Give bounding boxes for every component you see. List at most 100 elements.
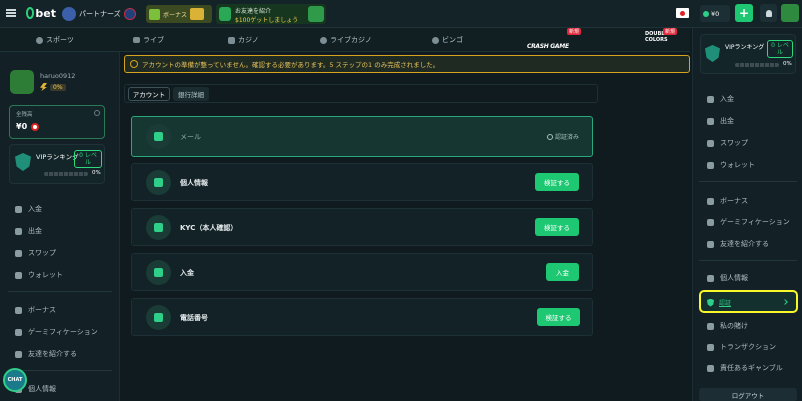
sidebar-item-swap[interactable]: スワップ	[15, 248, 56, 258]
nav-item-live-casino[interactable]: ライブカジノ	[320, 35, 372, 45]
sidebar-item-gamification[interactable]: ゲーミフィケーション	[15, 327, 98, 337]
verification-alert: アカウントの準備が整っていません。確認する必要があります。5 ステップの1 のみ…	[124, 55, 690, 73]
info-icon[interactable]	[94, 110, 100, 116]
menu-icon[interactable]	[6, 9, 16, 17]
tv-icon	[133, 37, 140, 43]
verify-personal-button[interactable]: 検証する	[535, 173, 579, 191]
currency-icon	[31, 123, 39, 131]
email-label: メール	[180, 133, 201, 141]
trophy-icon	[15, 328, 22, 336]
gift-icon	[15, 306, 22, 314]
left-sidebar: haruo0912 0% 全残高 ¥0 VIPランキング 0 レベル 0% 入金…	[0, 52, 120, 401]
rank-percent: 0%	[50, 83, 66, 91]
menu-label: 出金	[28, 227, 42, 235]
vip-card[interactable]: VIPランキング 0 レベル 0%	[9, 144, 105, 184]
notification-bell-icon[interactable]	[760, 4, 777, 22]
users-icon	[15, 350, 22, 358]
logo-text: bet	[35, 6, 56, 20]
nav-item-sports[interactable]: スポーツ	[36, 35, 74, 45]
menu-label: 入金	[720, 95, 734, 103]
menu-label: 出金	[720, 117, 734, 125]
transfer-icon	[707, 343, 714, 351]
top-bar: bet パートナーズ ボーナス お友達を紹介 $100ゲットしましょう ¥0 +	[0, 0, 802, 28]
bonus-label: ボーナス	[163, 11, 188, 19]
user-avatar[interactable]	[781, 4, 799, 22]
menu-item-personal[interactable]: 個人情報	[707, 273, 748, 283]
vip-card[interactable]: VIPランキング 0 レベル 0%	[700, 34, 796, 74]
deposit-plus-button[interactable]: +	[735, 4, 753, 22]
sidebar-item-referral[interactable]: 友達を紹介する	[15, 349, 77, 359]
menu-item-deposit[interactable]: 入金	[707, 94, 734, 104]
mail-icon	[146, 124, 171, 149]
tab-label: 銀行詳細	[178, 91, 204, 99]
logo[interactable]: bet	[26, 4, 56, 22]
tab-bank-details[interactable]: 銀行詳細	[173, 87, 209, 101]
menu-item-withdraw[interactable]: 出金	[707, 116, 734, 126]
menu-item-swap[interactable]: スワップ	[707, 138, 748, 148]
menu-item-gamification[interactable]: ゲーミフィケーション	[707, 217, 790, 227]
sidebar-item-bonus[interactable]: ボーナス	[15, 305, 56, 315]
bingo-ball-icon	[432, 36, 439, 44]
verify-kyc-row: KYC（本人確認） 検証する	[131, 208, 593, 246]
sidebar-item-withdraw[interactable]: 出金	[15, 226, 42, 236]
vip-level-badge: 0 レベル	[74, 150, 102, 168]
promo-line-2: $100ゲットしましょう	[235, 17, 299, 24]
menu-item-security[interactable]: 認証	[699, 290, 798, 313]
nav-item-live[interactable]: ライブ	[133, 35, 164, 45]
verify-kyc-button[interactable]: 検証する	[535, 218, 579, 236]
menu-label: ゲーミフィケーション	[28, 328, 98, 336]
menu-label: 個人情報	[720, 274, 748, 282]
sidebar-item-deposit[interactable]: 入金	[15, 204, 42, 214]
divider	[8, 291, 112, 292]
arrow-down-icon	[707, 117, 714, 125]
vip-shield-icon	[705, 45, 720, 62]
balance-value: ¥0	[711, 9, 720, 18]
phone-icon	[146, 305, 171, 330]
nav-item-bingo[interactable]: ビンゴ	[432, 35, 463, 45]
verify-phone-button[interactable]: 検証する	[537, 308, 580, 326]
wallet-icon	[707, 161, 714, 169]
sidebar-item-wallet[interactable]: ウォレット	[15, 270, 63, 280]
vip-percent: 0%	[92, 170, 101, 176]
dragon-icon	[219, 7, 231, 21]
menu-label: 私の賭け	[720, 322, 748, 330]
verify-email-row: メール 認証済み	[131, 116, 593, 157]
rank-badge: 0%	[40, 83, 66, 91]
menu-item-bonus[interactable]: ボーナス	[707, 196, 748, 206]
tab-label: アカウント	[132, 91, 166, 99]
chat-button[interactable]: CHAT	[3, 368, 27, 392]
menu-item-my-bets[interactable]: 私の賭け	[707, 321, 748, 331]
transfer-icon	[146, 260, 171, 285]
nav-item-double-colors[interactable]: DOUBLE COLORS 新規	[645, 28, 678, 49]
category-nav: スポーツ ライブ カジノ ライブカジノ ビンゴ CRASH GAME 新規 DO…	[0, 28, 690, 52]
chevron-right-icon	[782, 299, 788, 305]
user-avatar[interactable]	[10, 70, 34, 94]
vip-progress-bar	[735, 63, 779, 67]
menu-item-referral[interactable]: 友達を紹介する	[707, 239, 769, 249]
balance-selector[interactable]: ¥0	[700, 5, 730, 22]
logout-button[interactable]: ログアウト	[699, 388, 797, 401]
partners-link[interactable]: パートナーズ	[62, 5, 136, 23]
coin-icon	[703, 10, 709, 17]
warning-icon	[130, 60, 138, 68]
trophy-icon	[707, 218, 714, 226]
language-flag-icon[interactable]	[676, 8, 689, 18]
verified-status: 認証済み	[547, 132, 579, 141]
wallet-card[interactable]: 全残高 ¥0	[9, 105, 105, 139]
partners-label: パートナーズ	[79, 10, 121, 18]
nav-item-crash-game[interactable]: CRASH GAME 新規	[527, 28, 582, 50]
nav-item-casino[interactable]: カジノ	[228, 35, 259, 45]
menu-label: 認証	[719, 300, 732, 307]
cards-icon	[228, 36, 235, 44]
deposit-button[interactable]: 入金	[546, 263, 579, 281]
soccer-ball-icon	[36, 36, 43, 44]
tab-account[interactable]: アカウント	[128, 87, 170, 101]
menu-label: ボーナス	[720, 197, 748, 205]
bonus-banner[interactable]: ボーナス	[146, 5, 212, 23]
chat-label: CHAT	[7, 377, 23, 383]
menu-item-transactions[interactable]: トランザクション	[707, 342, 776, 352]
referral-promo-banner[interactable]: お友達を紹介 $100ゲットしましょう	[216, 4, 326, 24]
menu-item-wallet[interactable]: ウォレット	[707, 160, 755, 170]
verify-personal-row: 個人情報 検証する	[131, 163, 593, 201]
menu-item-responsible-gambling[interactable]: 責任あるギャンブル	[707, 363, 783, 373]
